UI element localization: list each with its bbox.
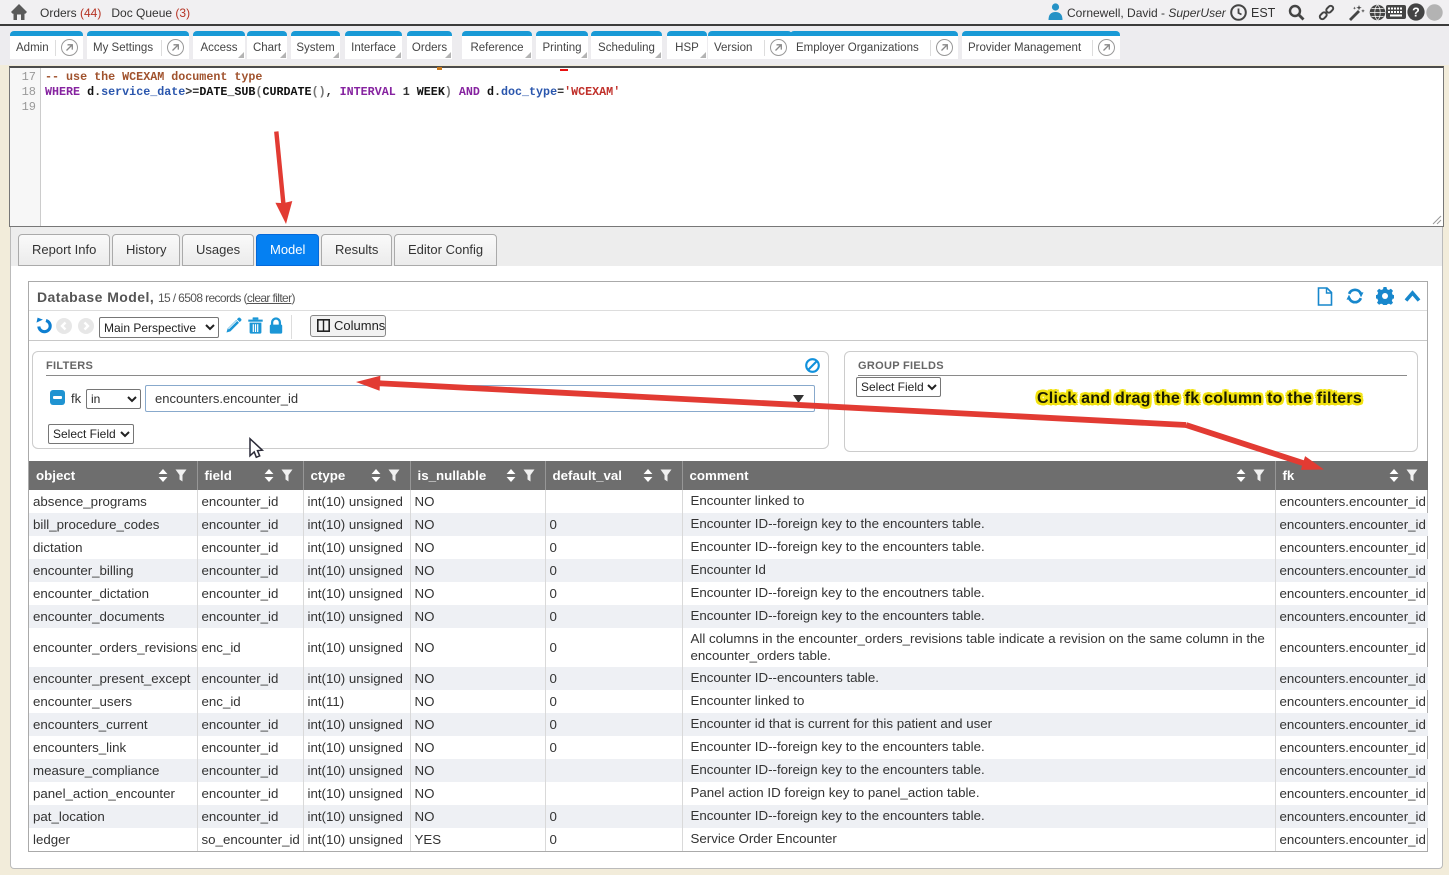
svg-text:?: ? [1412, 5, 1420, 19]
